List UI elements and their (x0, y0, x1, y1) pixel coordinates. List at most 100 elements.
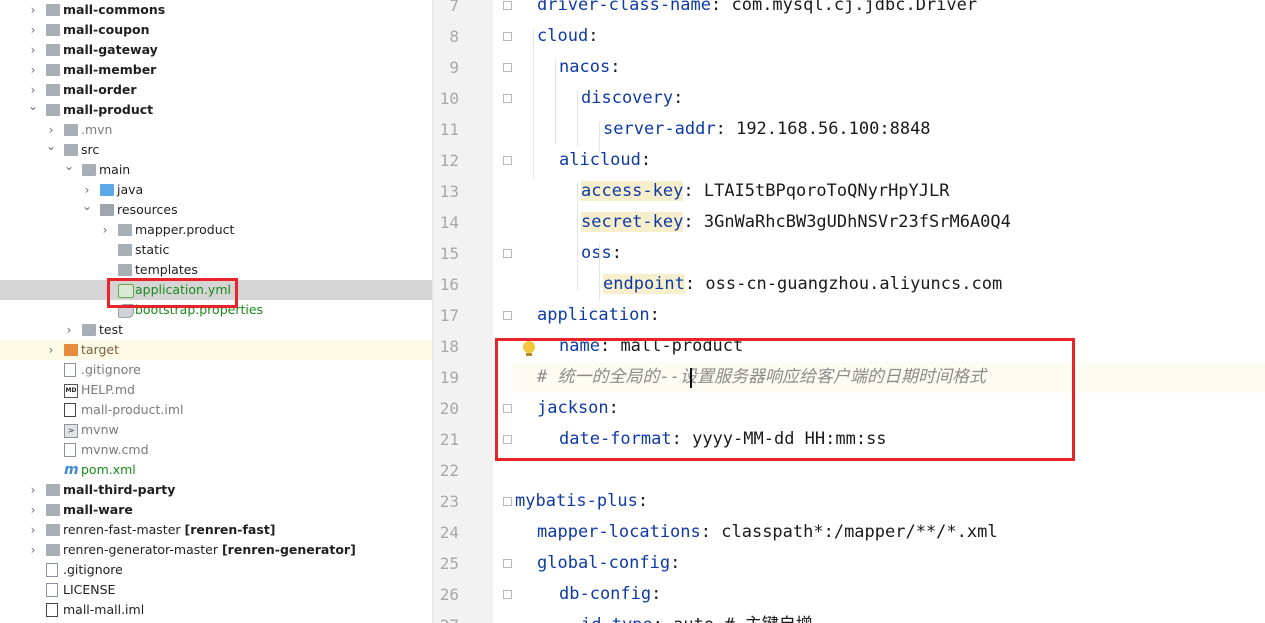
tree-item[interactable]: static (0, 240, 432, 260)
tree-item[interactable]: › mapper.product (0, 220, 432, 240)
folder-icon (46, 64, 60, 76)
tree-item[interactable]: › mall-ware (0, 500, 432, 520)
chevron-right-icon[interactable]: › (46, 340, 56, 360)
code-line[interactable]: global-config: (433, 548, 1265, 579)
chevron-down-icon[interactable]: ⌄ (64, 160, 74, 180)
chevron-right-icon[interactable]: › (46, 120, 56, 140)
yaml-separator: : (649, 305, 660, 325)
tree-item[interactable]: › mall-gateway (0, 40, 432, 60)
chevron-right-icon[interactable]: › (28, 500, 38, 520)
chevron-right-icon[interactable]: › (28, 40, 38, 60)
code-line[interactable]: application: (433, 300, 1265, 331)
code-line[interactable]: date-format: yyyy-MM-dd HH:mm:ss (433, 424, 1265, 455)
tree-item[interactable]: ⌄ resources (0, 200, 432, 220)
project-tree: › mall-commons › mall-coupon › mall-gateway › m… (0, 0, 433, 623)
code-line[interactable]: db-config: (433, 579, 1265, 610)
tree-item-label: target (81, 342, 120, 357)
chevron-right-icon[interactable]: › (64, 320, 74, 340)
code-line[interactable]: name: mall-product (433, 331, 1265, 362)
code-line[interactable] (433, 455, 1265, 486)
tree-item[interactable]: mall-product.iml (0, 400, 432, 420)
chevron-right-icon[interactable]: › (100, 220, 110, 240)
tree-item[interactable]: mvnw.cmd (0, 440, 432, 460)
yaml-separator: : (608, 398, 619, 418)
code-line[interactable]: server-addr: 192.168.56.100:8848 (433, 114, 1265, 145)
yaml-key: server-addr (603, 119, 716, 139)
tree-item[interactable]: ⌄ main (0, 160, 432, 180)
chevron-right-icon[interactable]: › (28, 520, 38, 540)
tree-item-label: mall-gateway (63, 42, 158, 57)
yaml-separator: : (715, 119, 726, 139)
tree-item[interactable]: .gitignore (0, 360, 432, 380)
tree-item-label: mapper.product (135, 222, 235, 237)
code-line[interactable]: access-key: LTAI5tBPqoroToQNyrHpYJLR (433, 176, 1265, 207)
tree-item-label: mvnw.cmd (81, 442, 149, 457)
code-line[interactable]: driver-class-name: com.mysql.cj.jdbc.Dri… (433, 0, 1265, 21)
code-line[interactable]: endpoint: oss-cn-guangzhou.aliyuncs.com (433, 269, 1265, 300)
tree-item[interactable]: ⌄ mall-product (0, 100, 432, 120)
tree-item[interactable]: › renren-generator-master [renren-generat… (0, 540, 432, 560)
tree-item[interactable]: > mvnw (0, 420, 432, 440)
code-line[interactable]: mapper-locations: classpath*:/mapper/**/… (433, 517, 1265, 548)
yaml-key: global-config (537, 553, 671, 573)
tree-item[interactable]: › mall-order (0, 80, 432, 100)
chevron-right-icon[interactable]: › (28, 540, 38, 560)
code-line[interactable]: alicloud: (433, 145, 1265, 176)
chevron-right-icon[interactable]: › (82, 180, 92, 200)
yaml-value: auto # 主键自增 (663, 615, 813, 623)
yaml-separator: : (673, 88, 684, 108)
tree-item[interactable]: MD HELP.md (0, 380, 432, 400)
tree-item[interactable]: › renren-fast-master [renren-fast] (0, 520, 432, 540)
folder-icon (46, 44, 60, 56)
tree-item-label: bootstrap.properties (135, 302, 264, 317)
chevron-down-icon[interactable]: ⌄ (82, 200, 92, 220)
code-line[interactable]: jackson: (433, 393, 1265, 424)
tree-item[interactable]: templates (0, 260, 432, 280)
code-line[interactable]: # 统一的全局的--设置服务器响应给客户端的日期时间格式 (433, 362, 1265, 393)
tree-item-label: mall-product.iml (81, 402, 184, 417)
code-line[interactable]: cloud: (433, 21, 1265, 52)
tree-item[interactable]: m pom.xml (0, 460, 432, 480)
folder-icon (64, 344, 78, 356)
yaml-key: name (559, 336, 600, 356)
tree-item[interactable]: › test (0, 320, 432, 340)
chevron-right-icon[interactable]: › (28, 0, 38, 20)
chevron-right-icon[interactable]: › (28, 480, 38, 500)
chevron-down-icon[interactable]: ⌄ (46, 140, 56, 160)
text-caret (690, 368, 692, 388)
code-editor[interactable]: 789101112131415161718192021222324252627 … (433, 0, 1265, 623)
tree-item[interactable]: › .mvn (0, 120, 432, 140)
tree-item[interactable]: › mall-third-party (0, 480, 432, 500)
yaml-key: discovery (581, 88, 674, 108)
tree-item[interactable]: › mall-commons (0, 0, 432, 20)
tree-item[interactable]: bootstrap.properties (0, 300, 432, 320)
lightbulb-icon[interactable] (523, 341, 535, 356)
tree-item[interactable]: › mall-coupon (0, 20, 432, 40)
yaml-key: mapper-locations (537, 522, 701, 542)
tree-item[interactable]: mall-mall.iml (0, 600, 432, 620)
chevron-down-icon[interactable]: ⌄ (28, 100, 38, 120)
code-line[interactable]: discovery: (433, 83, 1265, 114)
indent-guide (577, 182, 578, 290)
chevron-right-icon[interactable]: › (28, 20, 38, 40)
tree-item[interactable]: › mall-member (0, 60, 432, 80)
yaml-key: oss (581, 243, 612, 263)
indent-guide (533, 30, 534, 178)
tree-item[interactable]: .gitignore (0, 560, 432, 580)
code-line[interactable]: id-type: auto # 主键自增 (433, 610, 1265, 623)
tree-item[interactable]: application.yml (0, 280, 432, 300)
code-line[interactable]: nacos: (433, 52, 1265, 83)
tree-item[interactable]: › target (0, 340, 432, 360)
code-line[interactable]: secret-key: 3GnWaRhcBW3gUDhNSVr23fSrM6A0… (433, 207, 1265, 238)
chevron-right-icon[interactable]: › (28, 80, 38, 100)
tree-item[interactable]: › java (0, 180, 432, 200)
folder-icon (100, 204, 114, 216)
folder-icon (46, 84, 60, 96)
indent-guide (599, 244, 600, 300)
code-line[interactable]: oss: (433, 238, 1265, 269)
tree-item[interactable]: ⌄ src (0, 140, 432, 160)
code-line[interactable]: mybatis-plus: (433, 486, 1265, 517)
yaml-value: com.mysql.cj.jdbc.Driver (721, 0, 978, 15)
chevron-right-icon[interactable]: › (28, 60, 38, 80)
tree-item[interactable]: LICENSE (0, 580, 432, 600)
